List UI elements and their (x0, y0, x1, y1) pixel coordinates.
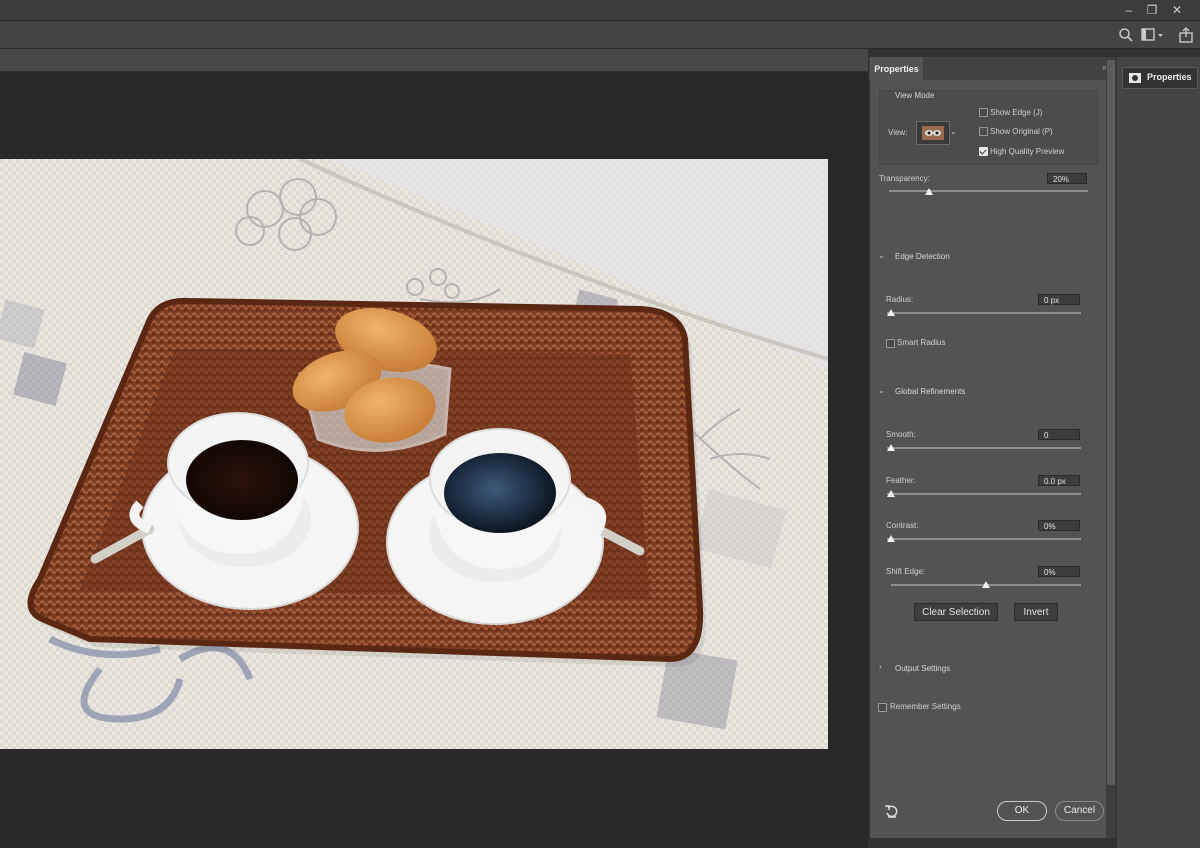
shift-edge-label: Shift Edge: (886, 567, 926, 576)
show-original-checkbox[interactable] (979, 127, 988, 136)
restore-icon[interactable]: ❐ (1143, 2, 1161, 18)
ok-button[interactable]: OK (997, 801, 1047, 821)
options-bar (0, 21, 1200, 49)
invert-button[interactable]: Invert (1014, 603, 1058, 621)
chevron-down-icon[interactable]: ⌄ (878, 386, 885, 395)
title-bar: – ❐ ✕ (0, 0, 1200, 21)
document-tab-row (0, 49, 868, 71)
smart-radius-checkbox[interactable] (886, 339, 895, 348)
show-edge-label: Show Edge (J) (990, 108, 1043, 117)
clear-selection-button[interactable]: Clear Selection (914, 603, 998, 621)
remember-settings-checkbox[interactable] (878, 703, 887, 712)
onion-skin-icon (922, 126, 944, 140)
close-icon[interactable]: ✕ (1168, 2, 1186, 18)
shift-edge-slider-thumb[interactable] (982, 581, 990, 588)
transparency-slider-thumb[interactable] (924, 188, 933, 195)
view-label: View: (888, 128, 908, 137)
coffee-tray-photo (0, 159, 828, 749)
transparency-value[interactable]: 20% (1047, 173, 1087, 184)
shift-edge-value[interactable]: 0% (1038, 566, 1080, 577)
contrast-label: Contrast: (886, 521, 919, 530)
output-settings-heading[interactable]: Output Settings (895, 664, 950, 673)
smart-radius-label: Smart Radius (897, 338, 946, 347)
edge-detection-heading[interactable]: Edge Detection (895, 252, 950, 261)
contrast-slider-track[interactable] (887, 538, 1081, 540)
panel-dock (1117, 57, 1200, 848)
show-edge-checkbox[interactable] (979, 108, 988, 117)
transparency-label: Transparency: (879, 174, 930, 183)
transparency-slider-track[interactable] (889, 190, 1088, 192)
search-icon[interactable] (1117, 26, 1135, 44)
properties-icon (1129, 73, 1141, 83)
reset-icon[interactable] (884, 804, 900, 820)
radius-slider-thumb[interactable] (887, 309, 895, 316)
minimize-icon[interactable]: – (1120, 2, 1138, 18)
radius-value[interactable]: 0 px (1038, 294, 1080, 305)
workspace-icon[interactable] (1140, 26, 1164, 44)
show-original-label: Show Original (P) (990, 127, 1053, 136)
smooth-value[interactable]: 0 (1038, 429, 1080, 440)
feather-slider-thumb[interactable] (887, 490, 895, 497)
share-icon[interactable] (1177, 26, 1195, 44)
high-quality-preview-label: High Quality Preview (990, 147, 1065, 156)
feather-label: Feather: (886, 476, 916, 485)
view-mode-section (879, 90, 1098, 165)
smooth-label: Smooth: (886, 430, 916, 439)
chevron-down-icon[interactable]: ⌄ (950, 127, 957, 136)
global-refinements-heading[interactable]: Global Refinements (895, 387, 965, 396)
high-quality-preview-checkbox[interactable] (979, 147, 988, 156)
chevron-right-icon[interactable]: › (879, 662, 882, 671)
chevron-down-icon[interactable]: ⌄ (878, 251, 885, 260)
dock-properties-label: Properties (1147, 72, 1192, 82)
tab-properties[interactable]: Properties (870, 57, 923, 81)
remember-settings-label: Remember Settings (890, 702, 961, 711)
view-mode-dropdown[interactable] (916, 121, 950, 145)
view-mode-heading: View Mode (895, 91, 935, 100)
smooth-slider-thumb[interactable] (887, 444, 895, 451)
contrast-value[interactable]: 0% (1038, 520, 1080, 531)
feather-value[interactable]: 0.0 px (1038, 475, 1080, 486)
panel-scrollbar[interactable] (1107, 60, 1115, 785)
smooth-slider-track[interactable] (887, 447, 1081, 449)
feather-slider-track[interactable] (887, 493, 1081, 495)
cancel-button[interactable]: Cancel (1055, 801, 1104, 821)
image-preview[interactable] (0, 159, 828, 749)
radius-label: Radius: (886, 295, 914, 304)
contrast-slider-thumb[interactable] (887, 535, 895, 542)
radius-slider-track[interactable] (887, 312, 1081, 314)
